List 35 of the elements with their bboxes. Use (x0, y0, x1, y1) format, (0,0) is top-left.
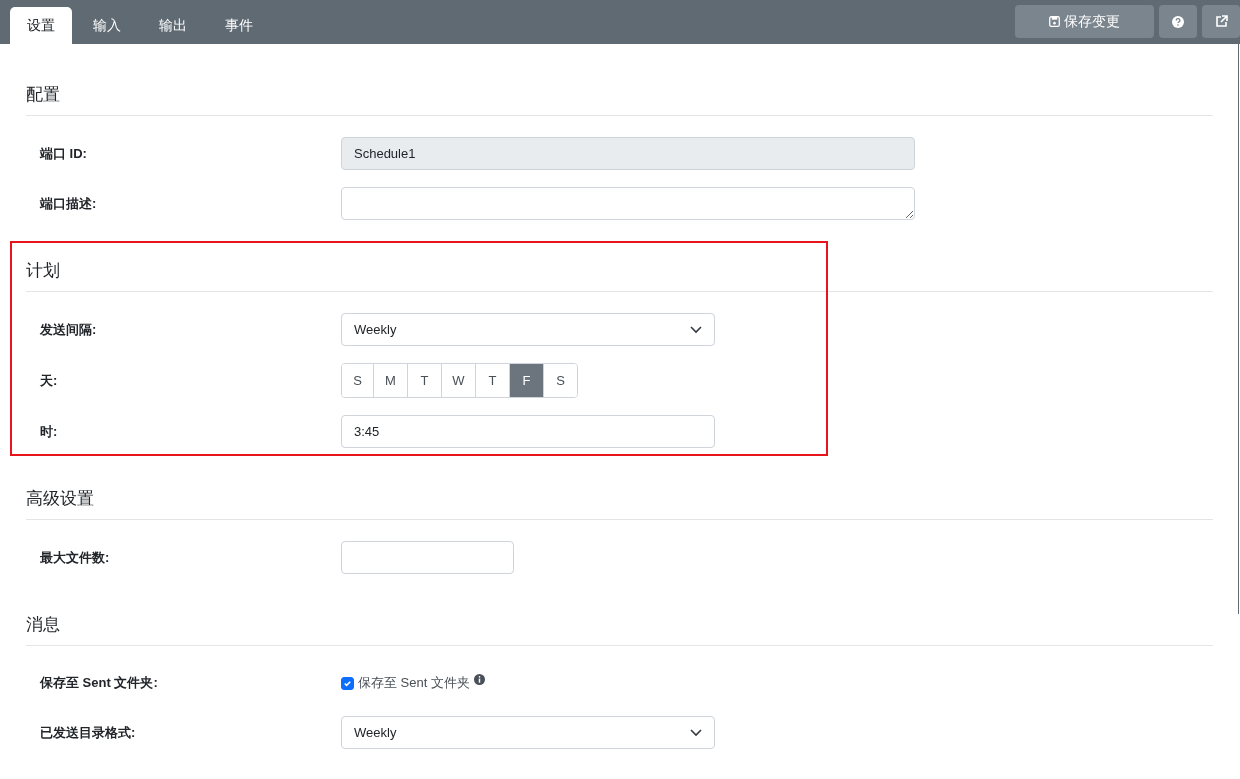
number-field[interactable] (341, 541, 514, 574)
select-field[interactable]: Weekly (341, 313, 715, 346)
help-button[interactable] (1159, 5, 1197, 38)
field-label: 已发送目录格式: (40, 723, 137, 742)
field-label: 端口描述: (40, 194, 98, 213)
description-field[interactable] (341, 187, 915, 220)
field-label: 最大文件数: (40, 548, 111, 567)
checkbox[interactable] (341, 676, 354, 690)
day-toggle[interactable]: F (509, 364, 543, 397)
section-heading: 高级设置 (26, 479, 1213, 520)
day-toggle[interactable]: S (543, 364, 577, 397)
save-button[interactable]: 保存变更 (1015, 5, 1154, 38)
field-label: 发送间隔: (40, 320, 98, 339)
field-label: 端口 ID: (40, 144, 88, 163)
tab[interactable]: 输入 (76, 7, 138, 44)
checkbox-label: 保存至 Sent 文件夹 (358, 674, 470, 692)
field-label: 天: (40, 371, 59, 390)
chevron-down-icon (690, 728, 702, 737)
external-link-icon (1214, 15, 1228, 28)
tab[interactable]: 输出 (142, 7, 204, 44)
tab[interactable]: 事件 (208, 7, 270, 44)
select-field[interactable]: Weekly (341, 716, 715, 749)
info-icon (473, 673, 485, 685)
check-icon (343, 678, 352, 688)
port-id-field[interactable]: Schedule1 (341, 137, 915, 170)
time-field[interactable]: 3:45 (341, 415, 715, 448)
chevron-down-icon (690, 325, 702, 334)
section-heading: 配置 (26, 75, 1213, 116)
field-label: 保存至 Sent 文件夹: (40, 674, 159, 692)
field-label: 时: (40, 422, 59, 441)
section-heading: 计划 (26, 251, 1213, 292)
open-external-button[interactable] (1202, 5, 1240, 38)
help-icon (1172, 15, 1184, 28)
section-heading: 消息 (26, 605, 1213, 646)
tab[interactable]: 设置 (10, 7, 72, 44)
